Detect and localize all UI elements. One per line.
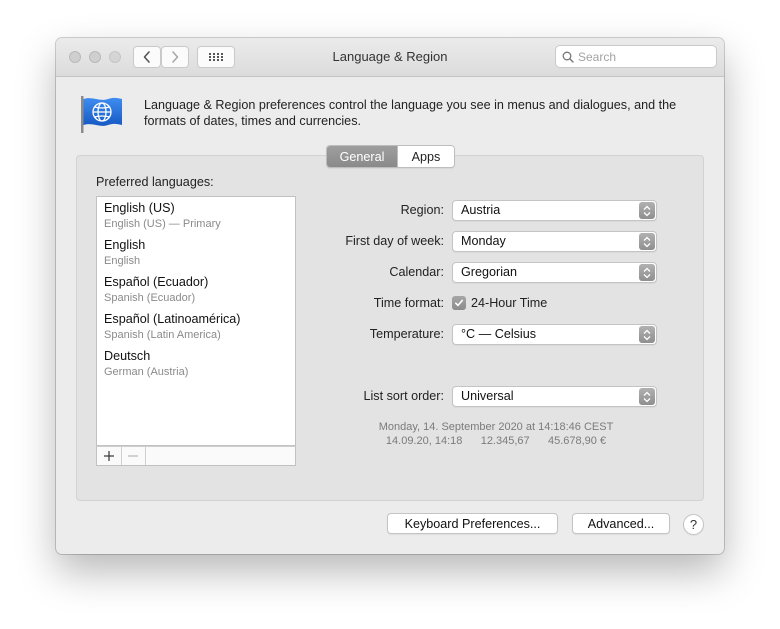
globe-flag-icon	[81, 96, 122, 133]
tab-bar: General Apps	[326, 145, 455, 168]
first-day-label: First day of week:	[345, 234, 444, 248]
language-name: Español (Latinoamérica)	[104, 312, 241, 326]
calendar-value: Gregorian	[461, 265, 518, 279]
search-input[interactable]	[578, 48, 708, 65]
list-item[interactable]: English (US) English (US) — Primary	[104, 201, 221, 231]
minus-icon	[128, 455, 138, 457]
preferred-languages-label: Preferred languages:	[96, 175, 214, 189]
list-item[interactable]: Español (Ecuador) Spanish (Ecuador)	[104, 275, 208, 305]
keyboard-preferences-button[interactable]: Keyboard Preferences...	[387, 513, 558, 534]
updown-arrows-icon	[639, 388, 655, 405]
region-value: Austria	[461, 203, 501, 217]
advanced-button[interactable]: Advanced...	[572, 513, 670, 534]
language-subtitle: English	[104, 255, 141, 267]
format-sample-numbers: 14.09.20, 14:18 12.345,67 45.678,90 €	[385, 435, 607, 447]
updown-arrows-icon	[639, 202, 655, 219]
region-popup[interactable]: Austria	[452, 200, 657, 221]
updown-arrows-icon	[639, 264, 655, 281]
temperature-label: Temperature:	[369, 327, 444, 341]
help-button[interactable]: ?	[683, 514, 704, 535]
language-name: English (US)	[104, 201, 175, 215]
pane-description: Language & Region preferences control th…	[144, 98, 677, 128]
language-subtitle: Spanish (Ecuador)	[104, 292, 196, 304]
title-bar: Language & Region	[56, 38, 724, 77]
tab-general[interactable]: General	[327, 146, 397, 167]
remove-language-button[interactable]	[121, 447, 146, 465]
list-item[interactable]: Deutsch German (Austria)	[104, 349, 188, 379]
list-sort-popup[interactable]: Universal	[452, 386, 657, 407]
24-hour-time-checkbox[interactable]	[452, 296, 466, 310]
checkmark-icon	[455, 299, 464, 307]
temperature-popup[interactable]: °C — Celsius	[452, 324, 657, 345]
search-icon	[562, 51, 574, 63]
preferences-window: Language & Region Language & Region pref…	[56, 38, 724, 554]
first-day-popup[interactable]: Monday	[452, 231, 657, 252]
list-item[interactable]: English English	[104, 238, 145, 268]
add-language-button[interactable]	[97, 447, 122, 465]
updown-arrows-icon	[639, 233, 655, 250]
list-item[interactable]: Español (Latinoamérica) Spanish (Latin A…	[104, 312, 241, 342]
list-sort-value: Universal	[461, 389, 514, 403]
search-field[interactable]	[555, 45, 717, 68]
calendar-label: Calendar:	[389, 265, 444, 279]
language-name: English	[104, 238, 146, 252]
region-label: Region:	[400, 203, 444, 217]
temperature-value: °C — Celsius	[461, 327, 537, 341]
first-day-value: Monday	[461, 234, 506, 248]
list-sort-label: List sort order:	[363, 389, 445, 403]
format-sample-datetime: Monday, 14. September 2020 at 14:18:46 C…	[378, 421, 614, 433]
tab-apps[interactable]: Apps	[397, 146, 454, 167]
calendar-popup[interactable]: Gregorian	[452, 262, 657, 283]
updown-arrows-icon	[639, 326, 655, 343]
24-hour-time-label[interactable]: 24-Hour Time	[471, 296, 547, 310]
language-subtitle: German (Austria)	[104, 366, 189, 378]
plus-icon	[104, 451, 114, 461]
language-name: Español (Ecuador)	[104, 275, 209, 289]
language-subtitle: Spanish (Latin America)	[104, 329, 221, 341]
time-format-label: Time format:	[373, 296, 444, 310]
language-list-toolbar	[96, 446, 296, 466]
language-subtitle: English (US) — Primary	[104, 218, 221, 230]
language-name: Deutsch	[104, 349, 151, 363]
